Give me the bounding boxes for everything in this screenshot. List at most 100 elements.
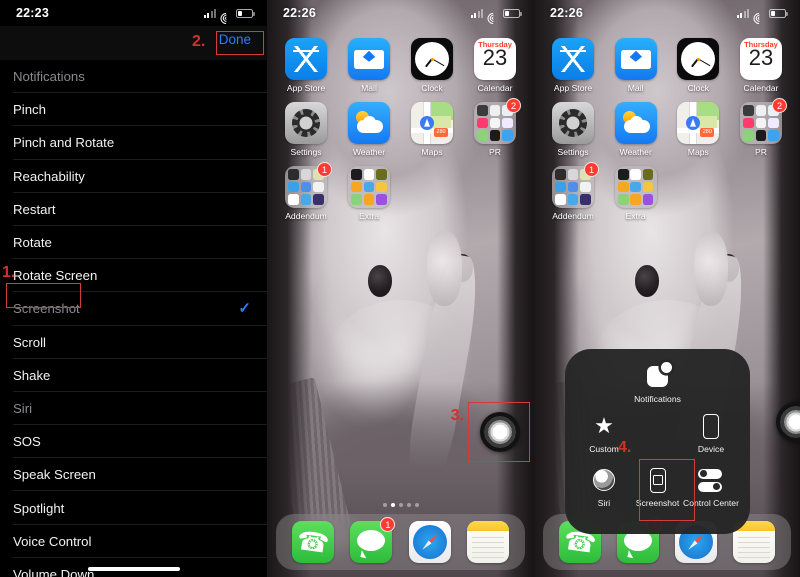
page-dot[interactable] [398,503,403,507]
app-icon-weather[interactable]: Weather [611,102,661,157]
app-store-icon [552,38,594,80]
app-row: Settings Weather 280 Maps 2 PR [548,98,787,157]
list-item[interactable]: Shake [0,359,267,393]
list-item[interactable]: Scroll [0,326,267,359]
app-icon-maps[interactable]: 280 Maps [407,102,457,157]
app-icon-extra[interactable]: Extra [611,166,661,221]
assistive-menu-item-label: Notifications [634,394,681,404]
app-icon-pr[interactable]: 2 PR [736,98,787,157]
status-bar: 22:26 [534,0,800,26]
app-icon-addendum[interactable]: 1 Addendum [548,162,599,221]
app-store-icon [285,38,327,80]
app-label: App Store [553,83,593,93]
notes-icon [466,521,509,563]
app-icon-mail[interactable]: Mail [611,38,661,93]
calendar-day: 23 [748,45,774,70]
app-icon-phone[interactable]: Phone [290,521,336,563]
battery-icon [769,8,788,18]
app-label: Weather [352,147,386,157]
app-icon-settings[interactable]: Settings [548,102,598,157]
assistive-menu-item-device[interactable]: Device [680,411,742,454]
app-label: Calendar [477,83,513,93]
app-icon-calendar[interactable]: Thursday 23 Calendar [736,38,786,93]
list-item[interactable]: Rotate Screen [0,259,267,293]
list-item[interactable]: Screenshot ✓ [0,292,267,326]
clock-icon [677,38,720,80]
app-grid: App Store Mail Clock Thursday 23 Calendar Sett… [267,38,534,230]
app-slot-empty [736,166,786,221]
app-icon-settings[interactable]: Settings [281,102,331,157]
assistive-menu-item-control-center[interactable]: Control Center [680,465,742,508]
badge-count: 2 [771,98,787,113]
page-dot[interactable] [382,503,387,507]
app-icon-clock[interactable]: Clock [673,38,723,93]
done-button[interactable]: Done [211,29,259,50]
assistive-menu-item-notifications[interactable]: Notifications [627,361,689,404]
list-item-label: Spotlight [13,500,65,516]
wifi-icon [485,9,501,26]
wifi-icon [218,9,234,26]
badge-count: 1 [317,162,332,177]
badge-count: 1 [380,517,396,532]
list-item[interactable]: Pinch and Rotate [0,126,267,160]
list-item[interactable]: Speak Screen [0,458,267,492]
app-icon-messages[interactable]: 1Messages [348,517,396,563]
page-dot[interactable] [406,503,411,507]
list-item[interactable]: Rotate [0,226,267,260]
page-dot[interactable] [414,503,419,507]
badge-count: 1 [584,162,599,177]
battery-icon [503,8,522,18]
star-icon: ★ [594,413,614,438]
app-icon-notes[interactable]: Notes [465,521,511,563]
phone-icon [292,521,335,563]
signal-bars-icon [203,8,216,18]
app-label: Clock [421,83,443,93]
app-label: Settings [557,147,589,157]
app-icon-safari[interactable]: Safari [407,521,453,563]
app-slot-empty [673,166,723,221]
assistive-touch-menu[interactable]: Notifications ★ Custom Device Siri Screenshot… [565,349,750,534]
route-shield: 280 [434,128,448,137]
app-label: App Store [286,83,326,93]
list-item[interactable]: Restart [0,193,267,227]
app-icon-calendar[interactable]: Thursday 23 Calendar [470,38,520,93]
app-label: Weather [619,147,652,157]
app-icon-clock[interactable]: Clock [407,38,457,93]
status-time: 22:23 [16,6,49,20]
app-icon-extra[interactable]: Extra [344,166,394,221]
list-item[interactable]: Pinch [0,93,267,127]
list-item[interactable]: Reachability [0,160,267,193]
app-label: Addendum [552,211,594,221]
device-icon [696,411,726,441]
app-icon-weather[interactable]: Weather [344,102,394,157]
signal-bars-icon [736,8,749,18]
app-label: Calendar [743,83,779,93]
app-icon-addendum[interactable]: 1 Addendum [281,162,332,221]
list-item[interactable]: Siri [0,392,267,426]
annotation-number-3: 3. [450,407,464,424]
app-icon-app-store[interactable]: App Store [281,38,331,93]
status-indicators [470,8,522,26]
assistive-touch-button[interactable] [480,412,520,452]
list-item[interactable]: Spotlight [0,491,267,525]
list-item[interactable]: Voice Control [0,525,267,559]
status-bar: 22:26 [267,0,534,26]
settings-icon [552,102,594,144]
app-label: Addendum [285,211,327,221]
status-bar: 22:23 [0,0,267,26]
app-label: Maps [421,147,443,157]
app-row: App Store Mail Clock Thursday 23 Calendar [281,38,520,93]
settings-icon [285,102,327,144]
checkmark-icon: ✓ [238,300,251,318]
page-dot[interactable] [390,503,395,507]
app-icon-app-store[interactable]: App Store [548,38,598,93]
app-icon-mail[interactable]: Mail [344,38,394,93]
list-item-label: Siri [13,400,33,416]
assistive-menu-item-label: Control Center [683,498,739,508]
list-item[interactable]: Notifications [0,60,267,94]
mail-icon [614,38,657,80]
app-icon-maps[interactable]: 280 Maps [673,102,723,157]
app-icon-pr[interactable]: 2 PR [470,98,521,157]
action-list[interactable]: Notifications Pinch Pinch and Rotate Reacha… [0,60,267,577]
list-item[interactable]: SOS [0,425,267,459]
